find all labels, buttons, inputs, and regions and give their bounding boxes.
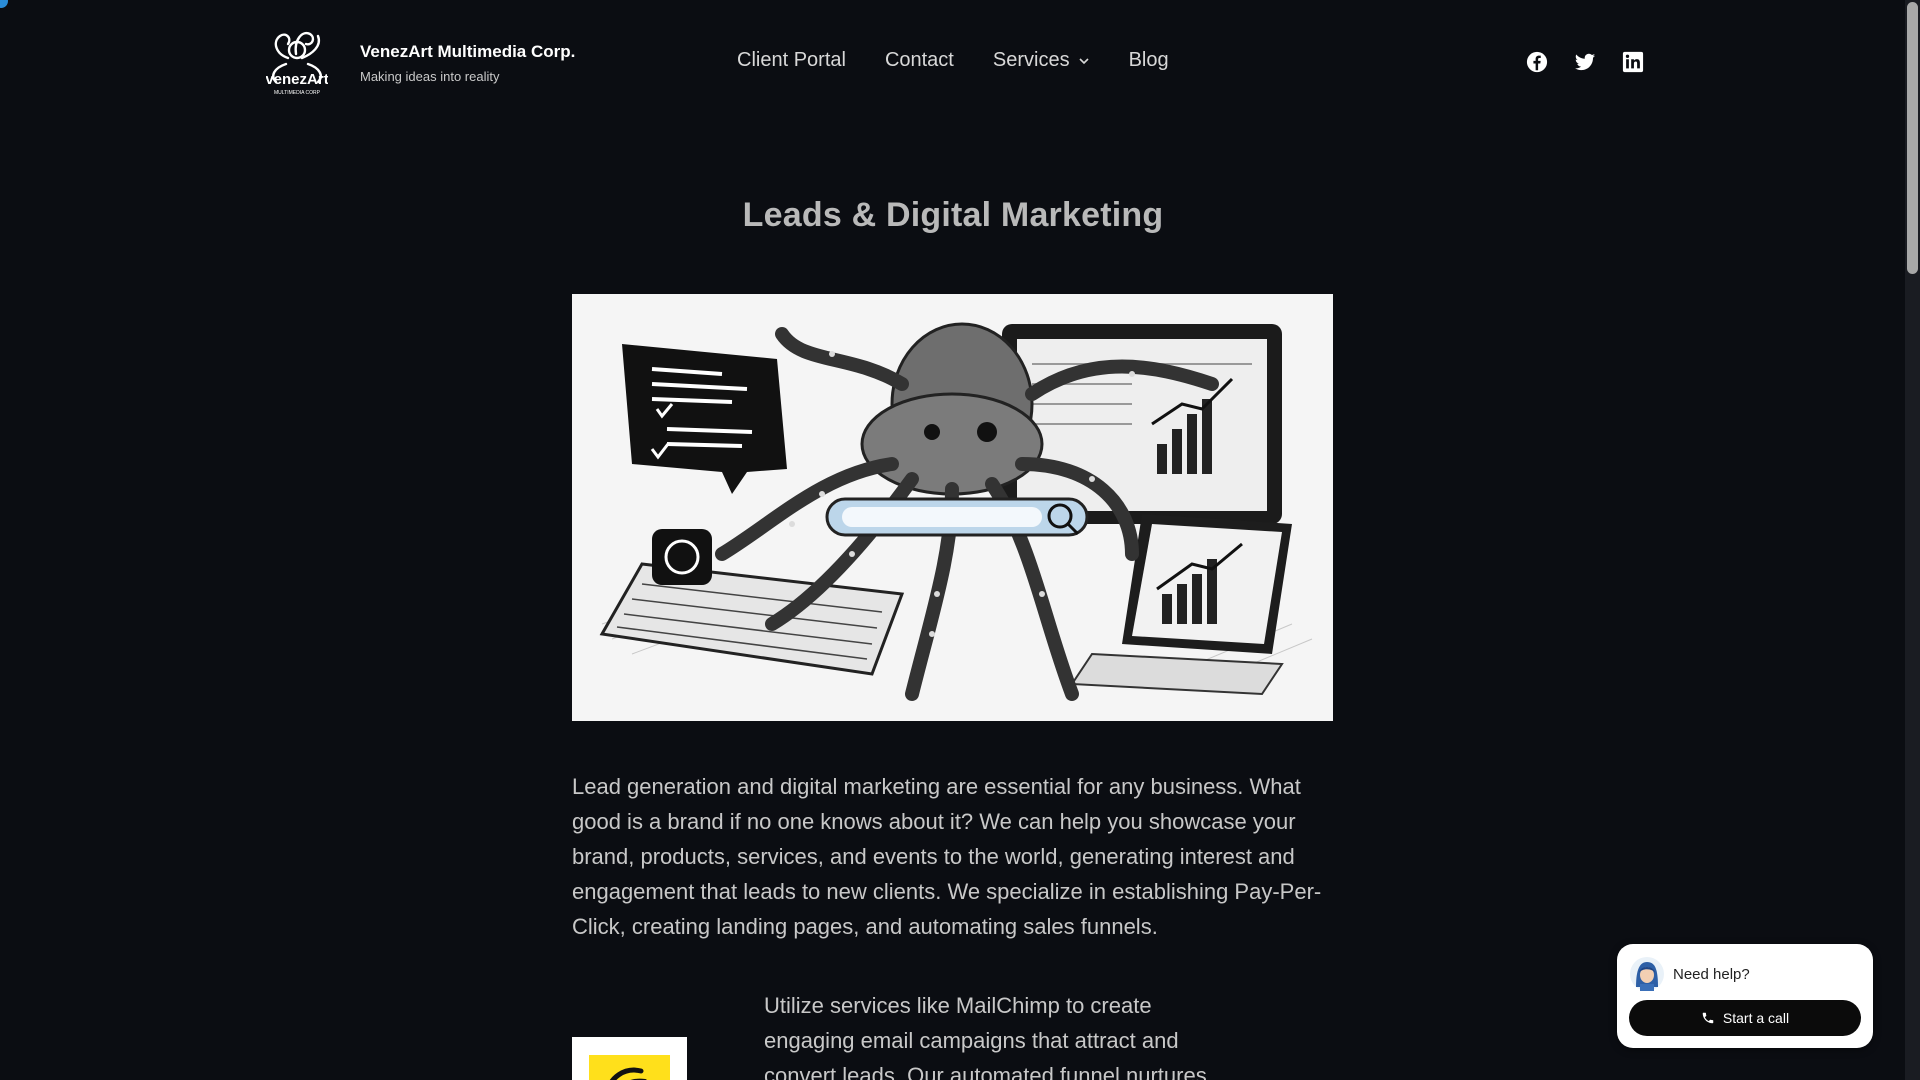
start-call-label: Start a call [1722, 1010, 1790, 1026]
linkedin-icon[interactable] [1622, 51, 1644, 73]
nav-client-portal[interactable]: Client Portal [737, 49, 846, 72]
page-title: Leads & Digital Marketing [742, 196, 1164, 234]
social-links [1526, 51, 1644, 73]
start-call-button[interactable]: Start a call [1629, 1000, 1861, 1036]
scrollbar-thumb[interactable] [1907, 2, 1918, 274]
octopus-logo-icon: venezArt MULTIMEDIA CORP [265, 31, 329, 96]
facebook-icon[interactable] [1526, 51, 1548, 73]
help-chat-widget: Need help? Start a call [1617, 944, 1873, 1048]
mailchimp-icon [610, 1067, 647, 1080]
nav-label: Client Portal [737, 49, 846, 71]
main-nav: Client Portal Contact Services Blog [737, 49, 1208, 72]
assistant-avatar-icon [1630, 957, 1664, 991]
nav-services[interactable]: Services [993, 49, 1090, 72]
nav-label: Contact [884, 49, 954, 71]
page: venezArt MULTIMEDIA CORP VenezArt Multim… [0, 0, 1920, 1080]
octopus-marketing-illustration [572, 294, 1333, 721]
brand-name[interactable]: VenezArt Multimedia Corp. [360, 42, 575, 62]
nav-contact[interactable]: Contact [885, 49, 954, 72]
page-scrollbar[interactable] [1905, 0, 1920, 1080]
corner-indicator [0, 0, 8, 8]
hero-illustration [572, 294, 1333, 721]
chevron-down-icon [1079, 57, 1089, 64]
intro-paragraph: Lead generation and digital marketing ar… [572, 774, 1322, 939]
site-logo[interactable]: venezArt MULTIMEDIA CORP [265, 24, 329, 98]
need-help-label: Need help? [1673, 966, 1750, 983]
phone-icon [1702, 1012, 1714, 1024]
mailchimp-logo-badge [589, 1055, 670, 1080]
brand: VenezArt Multimedia Corp. Making ideas i… [360, 42, 575, 84]
twitter-icon[interactable] [1574, 51, 1596, 73]
nav-label: Blog [1128, 49, 1169, 71]
mailchimp-logo [572, 1037, 687, 1080]
nav-label: Services [992, 49, 1070, 71]
mailchimp-paragraph: Utilize services like MailChimp to creat… [764, 993, 1207, 1080]
svg-text:MULTIMEDIA CORP: MULTIMEDIA CORP [274, 90, 321, 96]
nav-blog[interactable]: Blog [1129, 49, 1169, 72]
svg-text:venezArt: venezArt [266, 71, 328, 88]
brand-tagline: Making ideas into reality [360, 69, 500, 84]
